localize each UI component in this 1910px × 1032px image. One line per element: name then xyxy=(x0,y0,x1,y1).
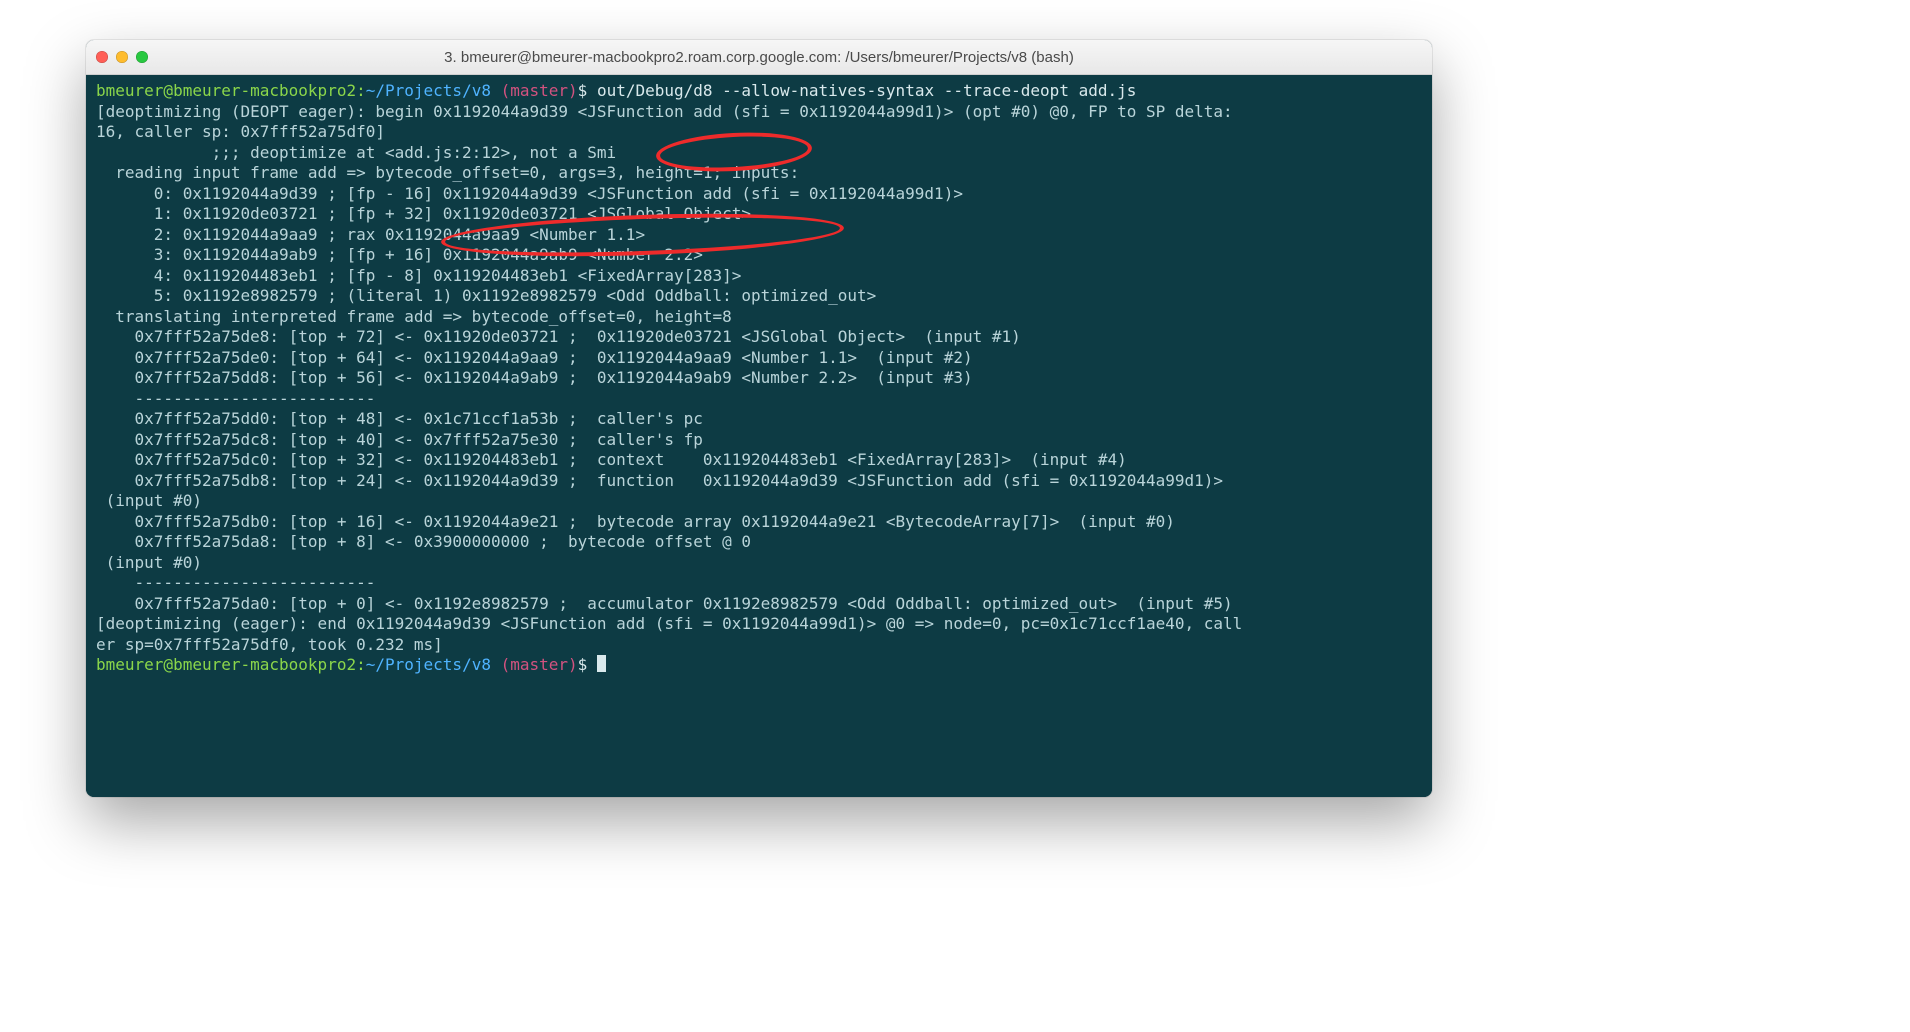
prompt-sep: : xyxy=(356,655,366,674)
output-line: 0x7fff52a75db8: [top + 24] <- 0x1192044a… xyxy=(96,471,1223,490)
prompt-branch: (master) xyxy=(491,81,578,100)
output-line: translating interpreted frame add => byt… xyxy=(96,307,732,326)
output-line: 0x7fff52a75de0: [top + 64] <- 0x1192044a… xyxy=(96,348,973,367)
output-line: [deoptimizing (eager): end 0x1192044a9d3… xyxy=(96,614,1242,633)
close-icon[interactable] xyxy=(96,51,108,63)
output-line: 0x7fff52a75da8: [top + 8] <- 0x390000000… xyxy=(96,532,751,551)
output-line: (input #0) xyxy=(96,491,202,510)
output-line: 0x7fff52a75dd8: [top + 56] <- 0x1192044a… xyxy=(96,368,973,387)
prompt-user: bmeurer@bmeurer-macbookpro2 xyxy=(96,655,356,674)
window-titlebar: 3. bmeurer@bmeurer-macbookpro2.roam.corp… xyxy=(86,40,1432,75)
prompt-sigil: $ xyxy=(578,81,597,100)
output-line: 4: 0x119204483eb1 ; [fp - 8] 0x119204483… xyxy=(96,266,741,285)
prompt-path: ~/Projects/v8 xyxy=(366,655,491,674)
output-line: 1: 0x11920de03721 ; [fp + 32] 0x11920de0… xyxy=(96,204,751,223)
output-line: 0x7fff52a75dd0: [top + 48] <- 0x1c71ccf1… xyxy=(96,409,703,428)
prompt-path: ~/Projects/v8 xyxy=(366,81,491,100)
output-line: ------------------------- xyxy=(96,389,375,408)
terminal-window: 3. bmeurer@bmeurer-macbookpro2.roam.corp… xyxy=(86,40,1432,797)
minimize-icon[interactable] xyxy=(116,51,128,63)
output-line: 3: 0x1192044a9ab9 ; [fp + 16] 0x1192044a… xyxy=(96,245,703,264)
output-line: 0x7fff52a75db0: [top + 16] <- 0x1192044a… xyxy=(96,512,1175,531)
prompt-sep: : xyxy=(356,81,366,100)
output-line: ------------------------- xyxy=(96,573,375,592)
output-line: reading input frame add => bytecode_offs… xyxy=(96,163,799,182)
output-line: er sp=0x7fff52a75df0, took 0.232 ms] xyxy=(96,635,443,654)
output-line: 5: 0x1192e8982579 ; (literal 1) 0x1192e8… xyxy=(96,286,876,305)
output-line: 2: 0x1192044a9aa9 ; rax 0x1192044a9aa9 <… xyxy=(96,225,645,244)
output-line: 0: 0x1192044a9d39 ; [fp - 16] 0x1192044a… xyxy=(96,184,963,203)
zoom-icon[interactable] xyxy=(136,51,148,63)
window-controls xyxy=(96,51,148,63)
output-line: 0x7fff52a75dc0: [top + 32] <- 0x11920448… xyxy=(96,450,1127,469)
prompt-user: bmeurer@bmeurer-macbookpro2 xyxy=(96,81,356,100)
window-title: 3. bmeurer@bmeurer-macbookpro2.roam.corp… xyxy=(86,49,1432,66)
output-line: (input #0) xyxy=(96,553,202,572)
output-line: 0x7fff52a75da0: [top + 0] <- 0x1192e8982… xyxy=(96,594,1233,613)
output-line: 0x7fff52a75de8: [top + 72] <- 0x11920de0… xyxy=(96,327,1021,346)
output-line: [deoptimizing (DEOPT eager): begin 0x119… xyxy=(96,102,1233,121)
output-line: ;;; deoptimize at <add.js:2:12>, not a S… xyxy=(96,143,616,162)
prompt-branch: (master) xyxy=(491,655,578,674)
output-line: 0x7fff52a75dc8: [top + 40] <- 0x7fff52a7… xyxy=(96,430,703,449)
terminal-body[interactable]: bmeurer@bmeurer-macbookpro2:~/Projects/v… xyxy=(86,75,1432,797)
prompt-sigil: $ xyxy=(578,655,597,674)
terminal-cursor xyxy=(597,655,606,672)
command-text: out/Debug/d8 --allow-natives-syntax --tr… xyxy=(597,81,1136,100)
output-line: 16, caller sp: 0x7fff52a75df0] xyxy=(96,122,385,141)
